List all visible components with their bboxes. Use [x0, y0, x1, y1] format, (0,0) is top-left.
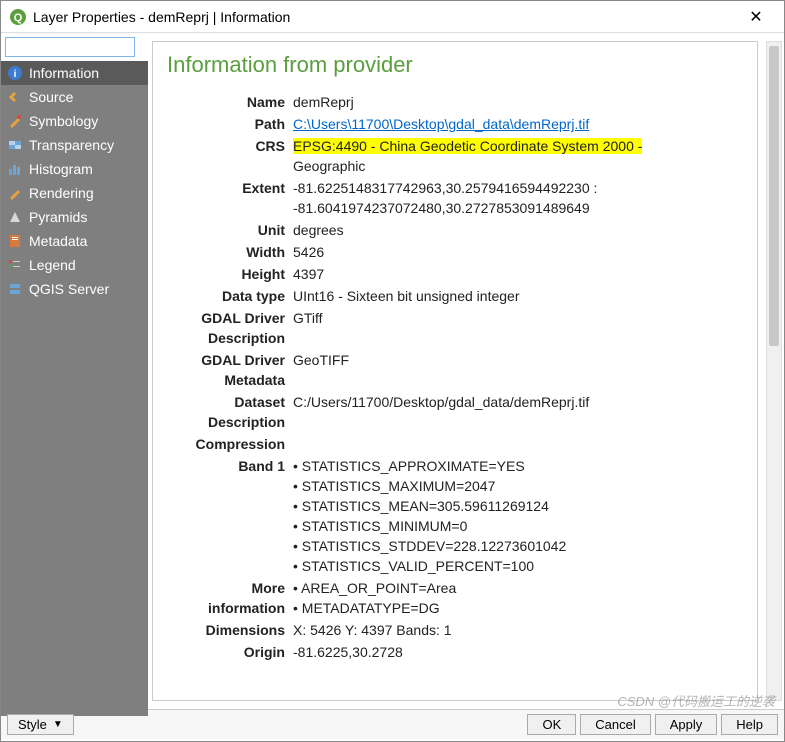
sidebar-item-qgis-server[interactable]: QGIS Server — [1, 277, 148, 301]
sidebar-item-label: Histogram — [29, 161, 93, 177]
chevron-down-icon: ▼ — [53, 719, 63, 730]
value-crs: EPSG:4490 - China Geodetic Coordinate Sy… — [293, 136, 743, 176]
search-input[interactable] — [5, 37, 135, 57]
symbology-icon — [7, 113, 23, 129]
ok-button[interactable]: OK — [527, 714, 576, 735]
sidebar-item-label: Source — [29, 89, 73, 105]
value-height: 4397 — [293, 264, 743, 284]
band1-stat: STATISTICS_STDDEV=228.12273601042 — [293, 536, 743, 556]
label-name: Name — [167, 92, 293, 112]
value-gdal-driver-desc: GTiff — [293, 308, 743, 328]
label-extent: Extent — [167, 178, 293, 198]
value-path-link[interactable]: C:\Users\11700\Desktop\gdal_data\demRepr… — [293, 116, 589, 132]
transparency-icon — [7, 137, 23, 153]
source-icon — [7, 89, 23, 105]
sidebar-item-histogram[interactable]: Histogram — [1, 157, 148, 181]
scrollbar[interactable] — [766, 41, 782, 701]
metadata-icon — [7, 233, 23, 249]
value-more-info: AREA_OR_POINT=AreaMETADATATYPE=DG — [293, 578, 743, 618]
sidebar-item-rendering[interactable]: Rendering — [1, 181, 148, 205]
histogram-icon — [7, 161, 23, 177]
info-panel: Information from provider NamedemReprj P… — [152, 41, 758, 701]
label-width: Width — [167, 242, 293, 262]
label-origin: Origin — [167, 642, 293, 662]
sidebar-item-label: Transparency — [29, 137, 114, 153]
crs-highlight: EPSG:4490 - China Geodetic Coordinate Sy… — [293, 138, 642, 154]
rendering-icon — [7, 185, 23, 201]
value-extent: -81.6225148317742963,30.2579416594492230… — [293, 178, 743, 218]
close-button[interactable]: ✕ — [736, 7, 776, 27]
search-wrap — [1, 33, 148, 61]
sidebar-item-label: Rendering — [29, 185, 94, 201]
content-area: Information from provider NamedemReprj P… — [148, 33, 784, 709]
label-compression: Compression — [167, 434, 293, 454]
info-icon: i — [7, 65, 23, 81]
sidebar-item-legend[interactable]: Legend — [1, 253, 148, 277]
apply-button[interactable]: Apply — [655, 714, 718, 735]
sidebar-item-transparency[interactable]: Transparency — [1, 133, 148, 157]
value-width: 5426 — [293, 242, 743, 262]
sidebar-item-metadata[interactable]: Metadata — [1, 229, 148, 253]
label-gdal-driver-meta: GDAL DriverMetadata — [167, 350, 293, 390]
label-path: Path — [167, 114, 293, 134]
label-unit: Unit — [167, 220, 293, 240]
value-name: demReprj — [293, 92, 743, 112]
label-height: Height — [167, 264, 293, 284]
sidebar-item-label: Legend — [29, 257, 76, 273]
help-button[interactable]: Help — [721, 714, 778, 735]
sidebar-item-information[interactable]: i Information — [1, 61, 148, 85]
label-datatype: Data type — [167, 286, 293, 306]
label-gdal-driver-desc: GDAL DriverDescription — [167, 308, 293, 348]
svg-text:i: i — [14, 69, 17, 80]
band1-stat: STATISTICS_MAXIMUM=2047 — [293, 476, 743, 496]
sidebar-item-label: Information — [29, 65, 99, 81]
band1-stat: STATISTICS_VALID_PERCENT=100 — [293, 556, 743, 576]
value-datatype: UInt16 - Sixteen bit unsigned integer — [293, 286, 743, 306]
sidebar-item-label: QGIS Server — [29, 281, 109, 297]
server-icon — [7, 281, 23, 297]
legend-icon — [7, 257, 23, 273]
label-dataset-desc: DatasetDescription — [167, 392, 293, 432]
label-dimensions: Dimensions — [167, 620, 293, 640]
sidebar-item-label: Symbology — [29, 113, 98, 129]
band1-stat: STATISTICS_APPROXIMATE=YES — [293, 456, 743, 476]
scrollbar-thumb[interactable] — [769, 46, 779, 346]
sidebar-item-symbology[interactable]: Symbology — [1, 109, 148, 133]
value-unit: degrees — [293, 220, 743, 240]
label-crs: CRS — [167, 136, 293, 156]
sidebar-item-label: Metadata — [29, 233, 87, 249]
band1-stat: STATISTICS_MEAN=305.59611269124 — [293, 496, 743, 516]
style-menu-button[interactable]: Style▼ — [7, 714, 74, 735]
moreinfo-item: METADATATYPE=DG — [293, 598, 743, 618]
moreinfo-item: AREA_OR_POINT=Area — [293, 578, 743, 598]
sidebar-item-source[interactable]: Source — [1, 85, 148, 109]
band1-stat: STATISTICS_MINIMUM=0 — [293, 516, 743, 536]
svg-text:Q: Q — [14, 12, 23, 24]
label-more-info: Moreinformation — [167, 578, 293, 618]
label-band1: Band 1 — [167, 456, 293, 476]
window-title: Layer Properties - demReprj | Informatio… — [33, 9, 736, 25]
titlebar: Q Layer Properties - demReprj | Informat… — [1, 1, 784, 33]
sidebar-item-pyramids[interactable]: Pyramids — [1, 205, 148, 229]
sidebar: i Information Source Symbology Transpare… — [1, 61, 148, 716]
value-gdal-driver-meta: GeoTIFF — [293, 350, 743, 370]
value-dimensions: X: 5426 Y: 4397 Bands: 1 — [293, 620, 743, 640]
pyramids-icon — [7, 209, 23, 225]
sidebar-item-label: Pyramids — [29, 209, 87, 225]
cancel-button[interactable]: Cancel — [580, 714, 650, 735]
value-origin: -81.6225,30.2728 — [293, 642, 743, 662]
app-icon: Q — [9, 8, 27, 26]
value-band1: STATISTICS_APPROXIMATE=YESSTATISTICS_MAX… — [293, 456, 743, 576]
value-dataset-desc: C:/Users/11700/Desktop/gdal_data/demRepr… — [293, 392, 743, 412]
section-heading: Information from provider — [167, 52, 743, 78]
